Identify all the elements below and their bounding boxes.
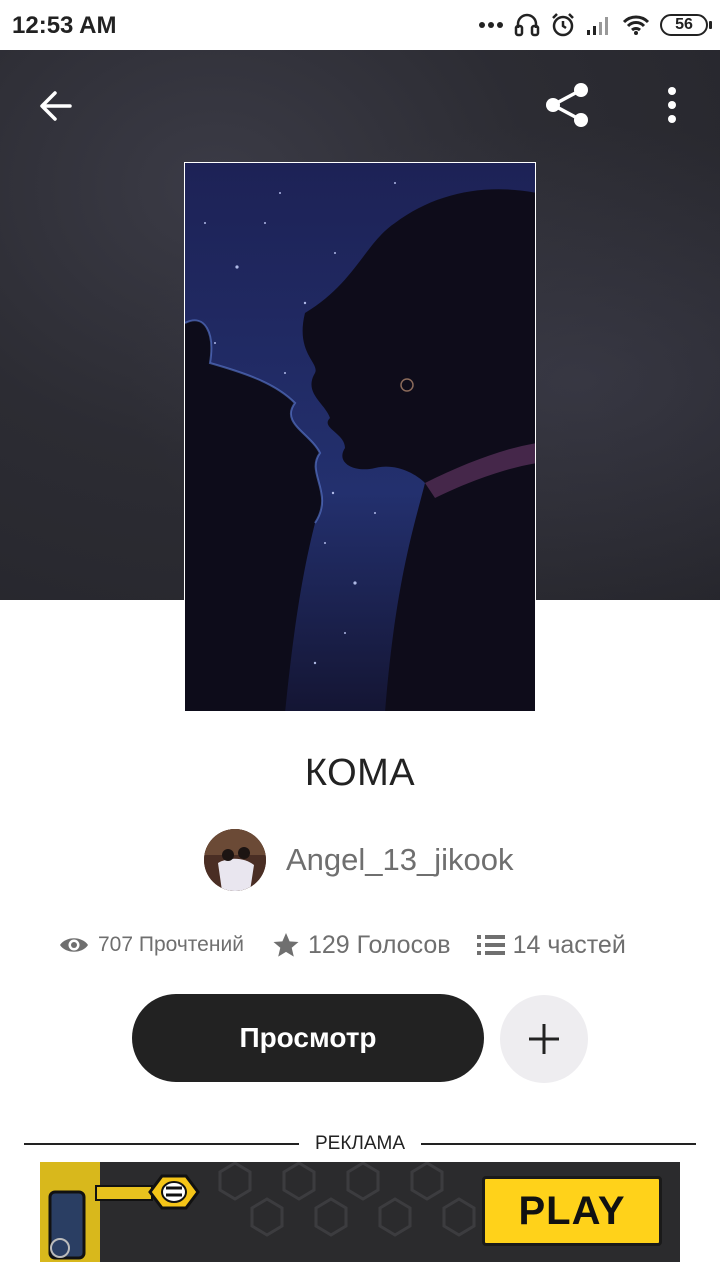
ad-banner[interactable]: PLAY <box>40 1162 680 1262</box>
back-button[interactable] <box>26 76 86 136</box>
votes-stat: 129 Голосов <box>272 931 451 960</box>
avatar-image <box>204 829 266 891</box>
ad-divider-line-right <box>421 1143 696 1145</box>
author-link[interactable]: Angel_13_jikook <box>204 829 514 891</box>
ad-divider-line-left <box>24 1143 299 1145</box>
story-title: КОМА <box>304 752 416 794</box>
parts-count: 14 частей <box>512 930 626 959</box>
reads-count: 707 Прочтений <box>98 933 244 956</box>
arrow-left-icon <box>40 91 72 121</box>
add-to-library-button[interactable] <box>500 995 588 1083</box>
ad-play-button[interactable]: PLAY <box>482 1176 662 1246</box>
reads-stat: 707 Прочтений <box>58 933 244 957</box>
parts-stat: 14 частей <box>476 930 626 960</box>
story-cover[interactable] <box>184 162 536 712</box>
story-stats: 707 Прочтений 129 Голосов 14 частей <box>58 922 678 968</box>
status-icons: 56 <box>478 10 712 40</box>
headset-icon <box>514 13 540 37</box>
author-name[interactable]: Angel_13_jikook <box>286 842 514 878</box>
status-time: 12:53 AM <box>12 12 117 39</box>
battery-indicator: 56 <box>660 14 712 36</box>
star-icon <box>273 933 299 957</box>
alarm-icon <box>552 13 574 37</box>
ad-divider: РЕКЛАМА <box>24 1132 696 1156</box>
wifi-icon <box>622 15 650 35</box>
signal-icon <box>587 17 608 35</box>
cover-artwork <box>185 163 535 711</box>
view-button[interactable]: Просмотр <box>132 994 484 1082</box>
ad-label: РЕКЛАМА <box>314 1133 406 1154</box>
battery-level: 56 <box>675 16 693 33</box>
list-icon <box>476 935 505 955</box>
share-icon <box>546 83 588 127</box>
author-avatar[interactable] <box>204 829 266 891</box>
more-vertical-icon <box>668 87 676 123</box>
share-button[interactable] <box>537 75 597 135</box>
more-notifications-icon <box>479 22 503 28</box>
eye-icon <box>60 938 88 952</box>
plus-icon <box>529 1024 559 1054</box>
status-bar: 12:53 AM 56 <box>0 0 720 50</box>
votes-count: 129 Голосов <box>307 930 451 959</box>
more-options-button[interactable] <box>642 75 702 135</box>
